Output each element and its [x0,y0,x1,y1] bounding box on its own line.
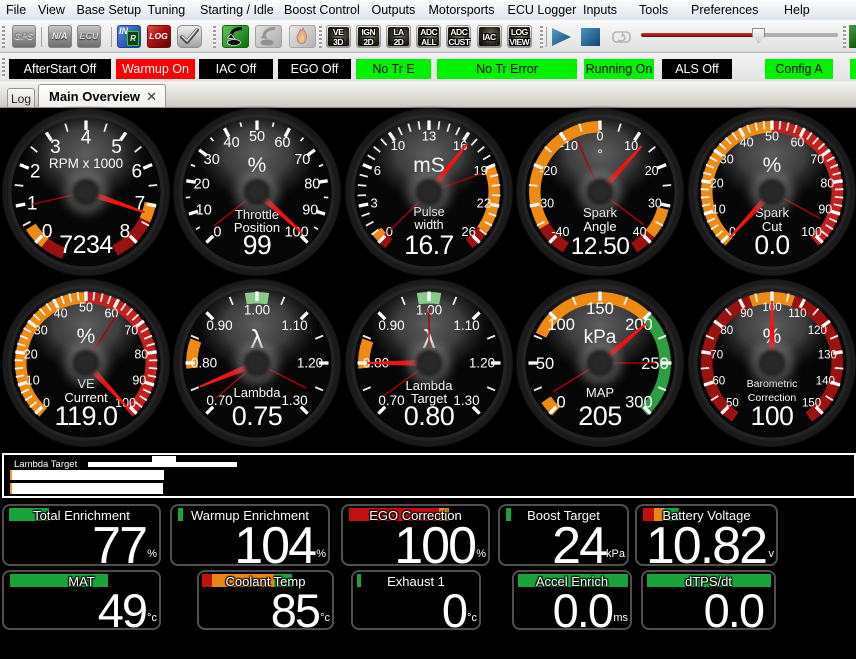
svg-text:7234: 7234 [59,231,113,259]
svg-text:40: 40 [740,136,754,150]
svg-text:0.80: 0.80 [404,401,455,431]
svg-text:50: 50 [249,129,265,145]
svg-text:-20: -20 [540,164,558,178]
svg-text:°: ° [598,146,604,162]
svg-text:4: 4 [80,128,91,149]
svg-text:0: 0 [386,224,393,239]
svg-text:30: 30 [33,324,47,338]
svg-text:150: 150 [802,398,821,410]
svg-text:80: 80 [134,348,148,362]
svg-text:0: 0 [597,129,604,143]
svg-text:0.70: 0.70 [378,393,404,408]
svg-text:100: 100 [548,316,576,334]
svg-text:300: 300 [626,394,654,412]
svg-text:50: 50 [726,398,739,410]
svg-text:150: 150 [587,300,615,318]
svg-text:60: 60 [790,136,804,150]
svg-text:99: 99 [243,230,271,260]
svg-text:0: 0 [43,396,50,410]
svg-text:60: 60 [712,375,725,387]
svg-text:30: 30 [720,153,734,167]
svg-text:1.20: 1.20 [469,356,495,371]
svg-text:70: 70 [810,153,824,167]
svg-text:10: 10 [25,374,39,388]
svg-text:0.90: 0.90 [207,318,233,333]
svg-text:8: 8 [119,222,130,243]
svg-text:90: 90 [302,202,318,218]
svg-text:MAP: MAP [586,385,614,400]
svg-text:70: 70 [710,349,723,361]
svg-text:119.0: 119.0 [54,401,117,431]
svg-text:Angle: Angle [584,219,617,234]
svg-text:100: 100 [751,401,794,431]
svg-text:205: 205 [579,401,623,431]
svg-text:70: 70 [124,324,138,338]
svg-text:130: 130 [818,349,837,361]
svg-text:10: 10 [196,202,212,218]
svg-text:3: 3 [370,196,377,211]
svg-text:30: 30 [204,152,220,168]
svg-text:100: 100 [801,225,822,239]
svg-text:90: 90 [818,203,832,217]
svg-text:110: 110 [788,308,806,320]
svg-text:50: 50 [79,300,93,314]
svg-text:16.7: 16.7 [404,230,454,260]
svg-text:80: 80 [304,176,320,192]
svg-text:1.10: 1.10 [453,318,479,333]
svg-text:50: 50 [536,355,554,373]
svg-text:40: 40 [633,225,647,239]
svg-text:5: 5 [111,137,122,158]
svg-text:3: 3 [50,137,61,158]
svg-text:70: 70 [294,152,310,168]
svg-text:80: 80 [720,325,733,337]
svg-text:0.75: 0.75 [232,401,283,431]
svg-text:60: 60 [104,307,118,321]
svg-text:40: 40 [53,307,67,321]
svg-text:1.00: 1.00 [244,303,270,318]
svg-text:90: 90 [132,374,146,388]
svg-text:140: 140 [816,375,835,387]
svg-text:80: 80 [820,177,834,191]
svg-text:12.50: 12.50 [571,233,630,260]
svg-text:10: 10 [712,203,726,217]
svg-text:50: 50 [765,129,779,143]
svg-text:10: 10 [390,138,404,153]
svg-text:Lambda: Lambda [234,385,282,400]
svg-text:2: 2 [30,162,41,183]
svg-text:90: 90 [740,308,753,320]
svg-text:0.90: 0.90 [378,318,404,333]
svg-text:1.30: 1.30 [282,393,308,408]
svg-text:20: 20 [710,177,724,191]
svg-text:0.80: 0.80 [191,356,217,371]
svg-text:1.20: 1.20 [297,356,323,371]
svg-text:120: 120 [808,325,827,337]
svg-text:6: 6 [373,163,380,178]
svg-text:-10: -10 [560,139,578,153]
svg-text:0: 0 [557,394,566,412]
svg-text:60: 60 [275,135,291,151]
svg-text:20: 20 [23,348,37,362]
svg-text:1.10: 1.10 [282,318,308,333]
svg-text:1.30: 1.30 [453,393,479,408]
svg-text:26: 26 [461,224,475,239]
svg-text:0: 0 [41,222,52,243]
svg-text:6: 6 [131,162,142,183]
svg-text:20: 20 [645,164,659,178]
svg-text:22: 22 [476,196,490,211]
svg-text:20: 20 [194,176,210,192]
svg-text:0: 0 [214,225,222,241]
svg-text:40: 40 [224,135,240,151]
svg-text:-40: -40 [552,225,570,239]
svg-text:30: 30 [648,196,662,210]
svg-text:RPM x 1000: RPM x 1000 [48,156,122,171]
svg-text:250: 250 [642,355,670,373]
svg-text:13: 13 [422,129,436,144]
svg-text:-30: -30 [536,196,554,210]
svg-text:0.0: 0.0 [754,230,789,260]
